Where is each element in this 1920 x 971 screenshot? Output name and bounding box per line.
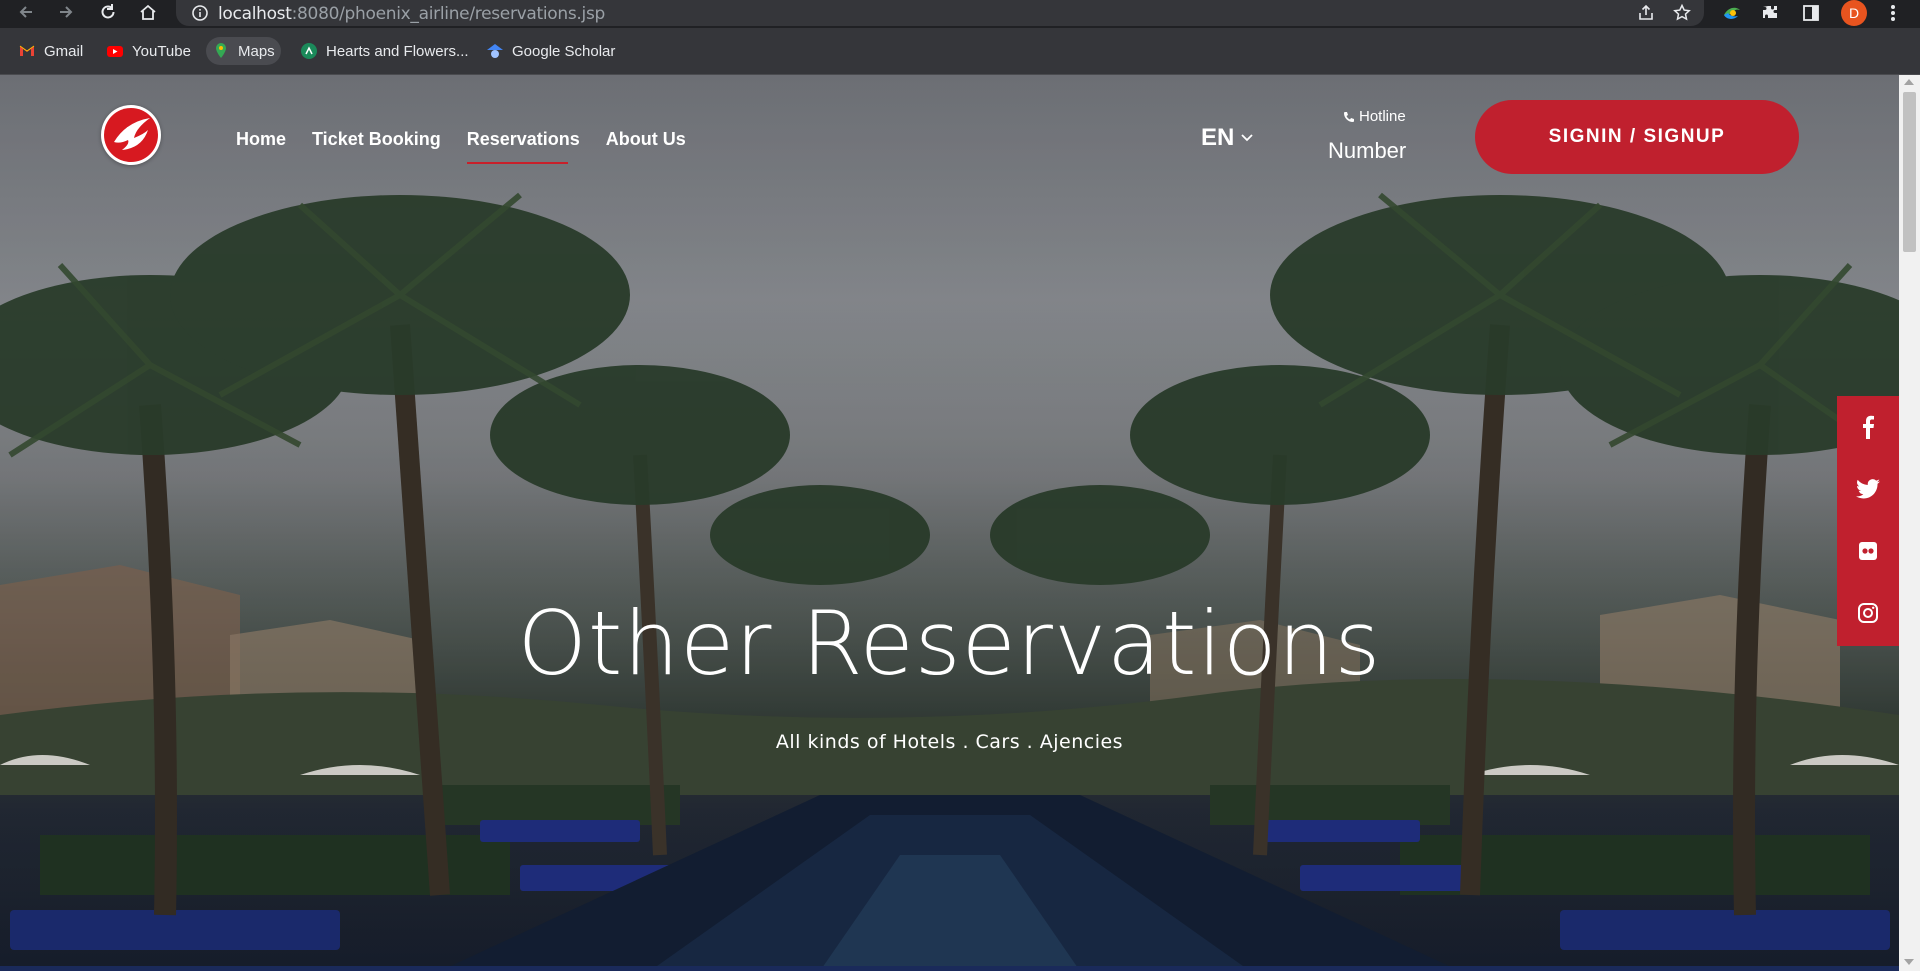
browser-menu-button[interactable] (1882, 2, 1904, 24)
url-text[interactable]: localhost:8080/phoenix_airline/reservati… (218, 4, 605, 24)
bookmark-label: Gmail (44, 42, 84, 60)
facebook-link[interactable] (1837, 396, 1899, 458)
turkish-airlines-logo-icon (104, 108, 158, 162)
scroll-up-arrow-icon[interactable] (1904, 79, 1914, 85)
bookmark-star-icon[interactable] (1672, 3, 1692, 23)
extension-logo-icon (1724, 7, 1740, 19)
profile-avatar[interactable]: D (1841, 0, 1867, 26)
flickr-link[interactable] (1837, 520, 1899, 582)
extension-colorful-icon[interactable] (1721, 2, 1743, 24)
forward-button[interactable] (54, 0, 78, 24)
bookmark-google-scholar[interactable]: Google Scholar (480, 37, 621, 65)
home-icon (140, 4, 156, 20)
nav-ticket-booking[interactable]: Ticket Booking (312, 129, 441, 150)
section-bottom-edge (0, 966, 1899, 971)
bookmark-maps[interactable]: Maps (206, 37, 281, 65)
hotline-label-text: Hotline (1359, 108, 1406, 125)
bookmarks-bar: Gmail YouTube Maps Hearts and Flowers...… (0, 28, 1920, 75)
nav-reservations[interactable]: Reservations (466, 129, 580, 164)
site-info-icon[interactable] (190, 3, 210, 23)
back-arrow-icon (19, 6, 32, 18)
gmail-icon (19, 45, 35, 56)
side-panel-icon (1803, 5, 1819, 21)
youtube-icon (107, 46, 123, 57)
language-selector[interactable]: EN (1201, 124, 1254, 152)
nav-home[interactable]: Home (236, 129, 286, 150)
facebook-icon (1863, 415, 1874, 439)
reload-button[interactable] (96, 0, 120, 24)
instagram-icon (1858, 603, 1878, 623)
scroll-down-arrow-icon[interactable] (1904, 959, 1914, 965)
browser-toolbar: localhost:8080/phoenix_airline/reservati… (0, 0, 1920, 28)
language-code: EN (1201, 124, 1235, 151)
back-button[interactable] (14, 0, 38, 24)
url-host: localhost (218, 4, 292, 24)
main-navigation: Home Ticket Booking Reservations About U… (236, 129, 712, 164)
maps-icon (216, 43, 226, 58)
instagram-link[interactable] (1837, 582, 1899, 644)
twitter-link[interactable] (1837, 458, 1899, 520)
bookmark-gmail[interactable]: Gmail (12, 37, 89, 65)
social-sidebar (1837, 396, 1899, 646)
hero-background-image (0, 75, 1899, 971)
bookmark-label: Hearts and Flowers... (326, 42, 469, 60)
forward-arrow-icon (60, 6, 73, 18)
share-icon[interactable] (1636, 3, 1656, 23)
page-viewport: Home Ticket Booking Reservations About U… (0, 75, 1920, 971)
bookmark-hearts-flowers[interactable]: Hearts and Flowers... (294, 37, 475, 65)
twitter-icon (1856, 479, 1880, 499)
bookmark-label: Maps (238, 42, 275, 60)
reload-icon (101, 4, 115, 19)
page-subtitle: All kinds of Hotels . Cars . Ajencies (775, 731, 1124, 753)
extensions-button[interactable] (1760, 2, 1782, 24)
hotline-label: Hotline (1343, 108, 1406, 125)
signin-signup-button[interactable]: SIGNIN / SIGNUP (1475, 100, 1799, 174)
url-path: :8080/phoenix_airline/reservations.jsp (291, 4, 606, 24)
bookmark-label: YouTube (132, 42, 191, 60)
page-title: Other Reservations (517, 592, 1382, 695)
hero-section: Home Ticket Booking Reservations About U… (0, 75, 1899, 971)
google-scholar-icon (487, 44, 503, 58)
kebab-menu-icon (1891, 5, 1895, 21)
bookmark-youtube[interactable]: YouTube (100, 37, 197, 65)
address-bar[interactable]: localhost:8080/phoenix_airline/reservati… (176, 0, 1704, 26)
hearts-flowers-icon (301, 43, 317, 59)
page-scrollbar[interactable] (1899, 75, 1920, 971)
hotline-number[interactable]: Number (1328, 138, 1406, 164)
nav-about-us[interactable]: About Us (606, 129, 686, 150)
brand-logo[interactable] (101, 105, 161, 165)
bird-emblem-icon (114, 118, 150, 150)
phone-icon (1344, 111, 1354, 122)
puzzle-icon (1763, 6, 1777, 18)
chevron-down-icon (1241, 134, 1253, 142)
side-panel-button[interactable] (1800, 2, 1822, 24)
bookmark-label: Google Scholar (512, 42, 616, 60)
scrollbar-thumb[interactable] (1903, 92, 1916, 252)
home-button[interactable] (136, 0, 160, 24)
flickr-icon (1859, 542, 1877, 560)
